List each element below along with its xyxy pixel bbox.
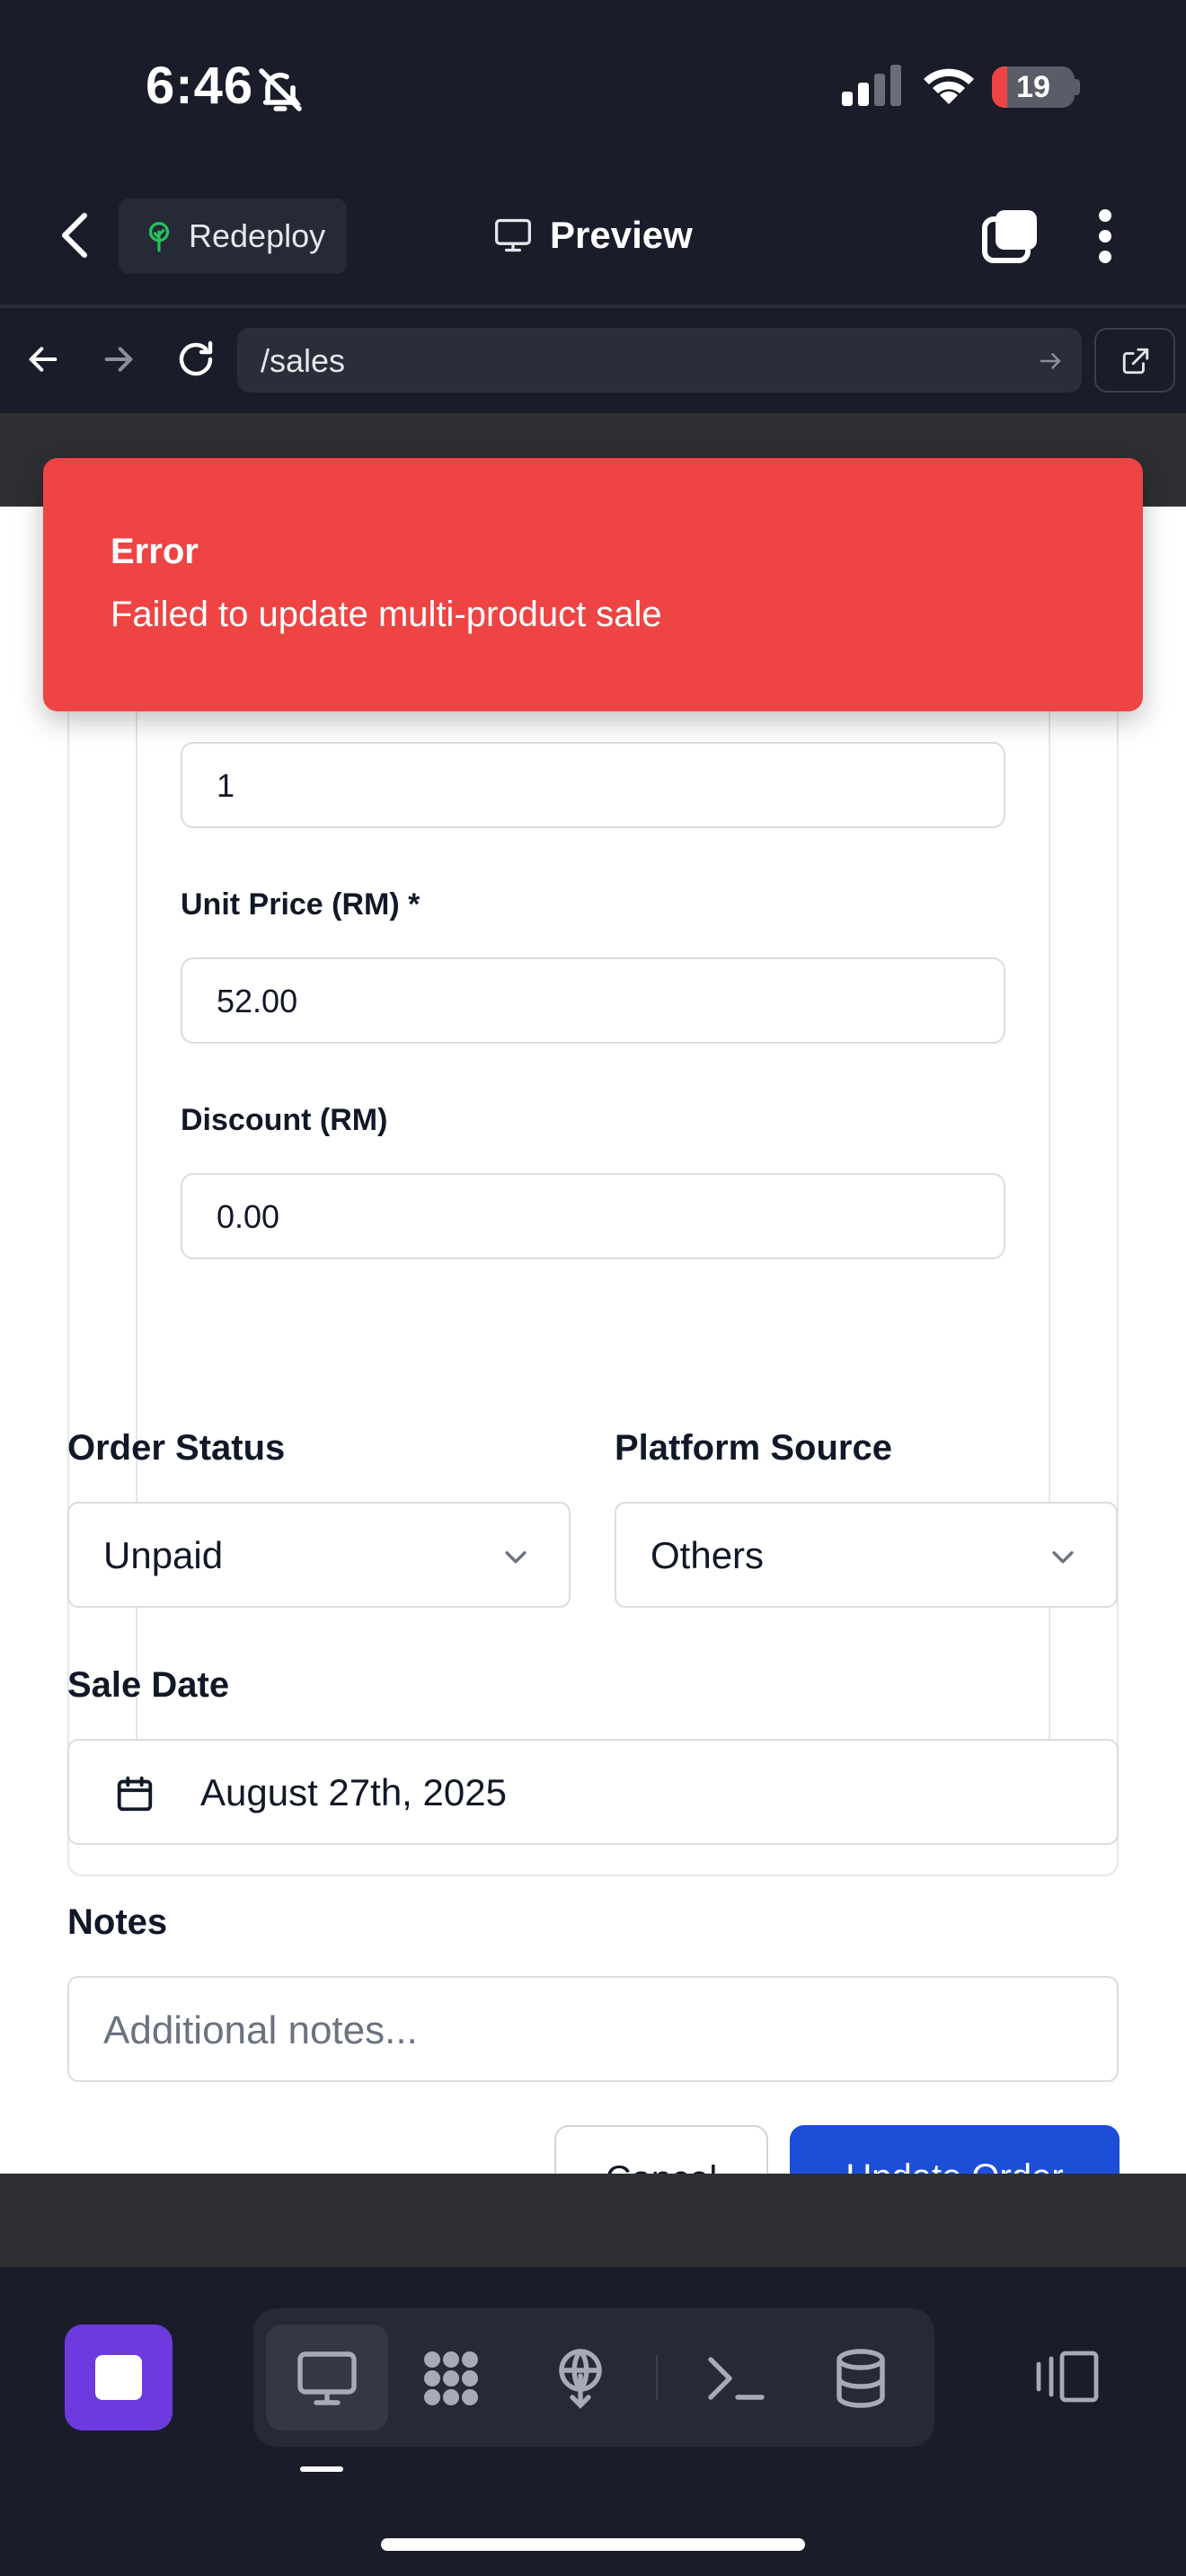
chevron-down-icon (1052, 1551, 1074, 1564)
platform-source-select[interactable]: Others (615, 1502, 1118, 1608)
deploy-icon[interactable] (548, 2346, 613, 2411)
browser-forward-icon[interactable] (101, 341, 137, 377)
external-link-icon (1122, 348, 1149, 375)
preview-monitor-icon[interactable] (295, 2346, 359, 2411)
home-indicator (381, 2538, 805, 2551)
open-external-button[interactable] (1094, 328, 1175, 393)
cancel-button[interactable]: Cancel (554, 2125, 768, 2174)
calendar-icon (117, 1776, 153, 1812)
cellular-signal-icon (842, 65, 901, 106)
toast-message: Failed to update multi-product sale (111, 595, 662, 634)
bell-muted-icon (259, 68, 302, 111)
notes-label: Notes (67, 1902, 168, 1942)
url-bar[interactable]: /sales (237, 328, 1082, 393)
notes-input[interactable]: Additional notes... (67, 1976, 1119, 2082)
preview-title: Preview (492, 214, 693, 257)
update-order-button[interactable]: Update Order (790, 2125, 1120, 2174)
agents-grid-icon[interactable] (419, 2346, 483, 2411)
unit-price-label: Unit Price (RM) * (181, 887, 420, 922)
notes-placeholder: Additional notes... (103, 2008, 418, 2052)
platform-source-value: Others (651, 1534, 765, 1576)
active-tab-indicator (300, 2466, 343, 2472)
redeploy-label: Redeploy (189, 217, 326, 254)
toast-title: Error (111, 532, 199, 571)
reload-icon[interactable] (174, 338, 217, 381)
modal-overlay-bottom (0, 2174, 1186, 2267)
redeploy-button[interactable]: Redeploy (119, 198, 347, 274)
dock-divider (656, 2355, 658, 2400)
preview-label: Preview (550, 214, 693, 256)
unit-price-input[interactable]: 52.00 (181, 957, 1005, 1044)
bottom-toolbar (253, 2308, 934, 2447)
sale-date-value: August 27th, 2025 (200, 1771, 507, 1813)
wifi-icon (924, 68, 974, 104)
battery-indicator: 19 (992, 66, 1075, 108)
order-status-label: Order Status (67, 1428, 286, 1468)
battery-tip (1075, 79, 1080, 95)
tabs-icon[interactable] (981, 208, 1039, 264)
url-text: /sales (261, 342, 346, 379)
quantity-input[interactable]: 1 (181, 742, 1005, 828)
error-toast[interactable]: Error Failed to update multi-product sal… (43, 458, 1143, 711)
sale-date-label: Sale Date (67, 1665, 230, 1705)
status-time: 6:46 (146, 57, 254, 115)
discount-label: Discount (RM) (181, 1103, 388, 1137)
header-divider (0, 304, 1186, 308)
order-status-select[interactable]: Unpaid (67, 1502, 571, 1608)
stop-icon (95, 2355, 142, 2400)
order-status-value: Unpaid (103, 1534, 224, 1576)
sidebar-toggle-icon[interactable] (1035, 2350, 1100, 2404)
sale-date-picker[interactable]: August 27th, 2025 (67, 1739, 1119, 1845)
terminal-icon[interactable] (703, 2346, 767, 2411)
back-chevron-icon[interactable] (58, 212, 93, 259)
browser-back-icon[interactable] (25, 341, 61, 377)
go-arrow-icon[interactable] (1037, 348, 1064, 375)
battery-percent: 19 (1016, 70, 1050, 104)
stop-app-button[interactable] (65, 2325, 173, 2430)
platform-source-label: Platform Source (615, 1428, 892, 1468)
database-icon[interactable] (828, 2346, 893, 2411)
chevron-down-icon (505, 1551, 527, 1564)
deploy-tree-icon (148, 222, 170, 252)
more-options-icon[interactable] (1094, 208, 1116, 264)
monitor-icon (495, 218, 531, 252)
preview-page: 1 Unit Price (RM) * 52.00 Discount (RM) … (0, 507, 1186, 2174)
discount-input[interactable]: 0.00 (181, 1173, 1005, 1259)
